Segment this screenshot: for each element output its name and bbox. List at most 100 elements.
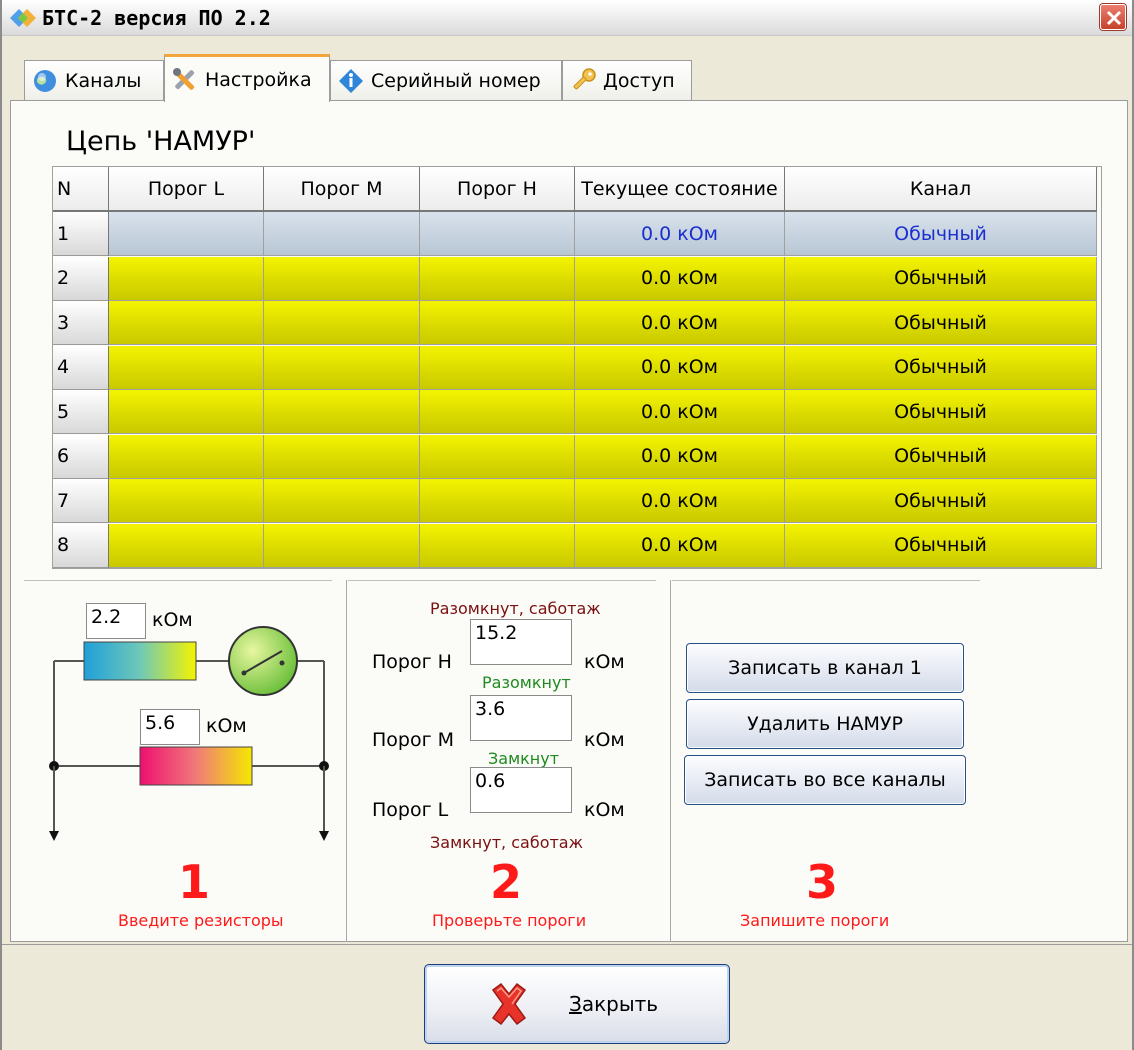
cell-porog-m[interactable] xyxy=(264,390,420,434)
write-channel-button[interactable]: Записать в канал 1 xyxy=(686,643,964,693)
resistor1-unit: кОм xyxy=(152,609,193,631)
row-number[interactable]: 6 xyxy=(53,434,109,479)
cell-channel[interactable]: Обычный xyxy=(785,212,1097,256)
row-number[interactable]: 5 xyxy=(53,390,109,434)
table-row[interactable]: 7 0.0 кОм Обычный xyxy=(53,479,1097,523)
cell-current-state[interactable]: 0.0 кОм xyxy=(575,301,785,345)
cell-porog-l[interactable] xyxy=(109,523,264,568)
cell-current-state[interactable]: 0.0 кОм xyxy=(575,390,785,434)
row-number[interactable]: 2 xyxy=(53,256,109,301)
resistor1-input[interactable]: 2.2 xyxy=(86,603,146,639)
cell-porog-m[interactable] xyxy=(264,434,420,479)
row-number[interactable]: 8 xyxy=(53,523,109,568)
channels-grid[interactable]: N Порог L Порог M Порог H Текущее состоя… xyxy=(52,166,1102,569)
header-porog-l[interactable]: Порог L xyxy=(109,167,264,212)
table-row[interactable]: 8 0.0 кОм Обычный xyxy=(53,523,1097,568)
table-row[interactable]: 3 0.0 кОм Обычный xyxy=(53,301,1097,345)
close-rest: акрыть xyxy=(581,992,659,1016)
header-channel[interactable]: Канал xyxy=(785,167,1097,212)
thresholds-panel: Разомкнут, саботаж Порог H 15.2 кОм Разо… xyxy=(348,580,656,940)
cell-porog-m[interactable] xyxy=(264,212,420,256)
cell-channel[interactable]: Обычный xyxy=(785,301,1097,345)
cell-porog-h[interactable] xyxy=(420,479,575,523)
cell-porog-h[interactable] xyxy=(420,345,575,390)
cell-current-state[interactable]: 0.0 кОм xyxy=(575,212,785,256)
cell-porog-h[interactable] xyxy=(420,390,575,434)
cell-current-state[interactable]: 0.0 кОм xyxy=(575,434,785,479)
table-row[interactable]: 5 0.0 кОм Обычный xyxy=(53,390,1097,434)
circuit-title: Цепь 'НАМУР' xyxy=(66,126,256,157)
cell-current-state[interactable]: 0.0 кОм xyxy=(575,345,785,390)
threshold-m-input[interactable]: 3.6 xyxy=(470,695,572,741)
cell-channel[interactable]: Обычный xyxy=(785,479,1097,523)
close-x-icon xyxy=(491,982,527,1026)
header-current-state[interactable]: Текущее состояние xyxy=(575,167,785,212)
table-row[interactable]: 4 0.0 кОм Обычный xyxy=(53,345,1097,390)
delete-namur-button[interactable]: Удалить НАМУР xyxy=(686,699,964,749)
cell-porog-m[interactable] xyxy=(264,301,420,345)
header-porog-h[interactable]: Порог H xyxy=(420,167,575,212)
cell-channel[interactable]: Обычный xyxy=(785,345,1097,390)
cell-porog-m[interactable] xyxy=(264,479,420,523)
cell-porog-l[interactable] xyxy=(109,345,264,390)
cell-porog-h[interactable] xyxy=(420,301,575,345)
row-number[interactable]: 7 xyxy=(53,479,109,523)
open-sabotage-label: Разомкнут, саботаж xyxy=(430,599,601,618)
cell-channel[interactable]: Обычный xyxy=(785,390,1097,434)
cell-porog-l[interactable] xyxy=(109,256,264,301)
close-mnemonic: З xyxy=(569,992,582,1016)
cell-porog-l[interactable] xyxy=(109,301,264,345)
threshold-l-input[interactable]: 0.6 xyxy=(470,767,572,813)
threshold-h-input[interactable]: 15.2 xyxy=(470,619,572,665)
step2-number: 2 xyxy=(490,855,523,909)
table-row[interactable]: 2 0.0 кОм Обычный xyxy=(53,256,1097,301)
table-row[interactable]: 1 0.0 кОм Обычный xyxy=(53,212,1097,256)
tab-kanaly[interactable]: Каналы xyxy=(24,60,164,100)
cell-current-state[interactable]: 0.0 кОм xyxy=(575,479,785,523)
tools-icon xyxy=(173,67,195,90)
write-panel: Записать в канал 1 Удалить НАМУР Записат… xyxy=(672,580,980,940)
cell-porog-l[interactable] xyxy=(109,212,264,256)
cell-porog-h[interactable] xyxy=(420,434,575,479)
row-number[interactable]: 3 xyxy=(53,301,109,345)
cell-porog-h[interactable] xyxy=(420,256,575,301)
header-porog-m[interactable]: Порог M xyxy=(264,167,420,212)
close-icon xyxy=(1106,10,1122,26)
close-button-label: Закрыть xyxy=(569,992,658,1016)
info-icon xyxy=(339,68,363,93)
threshold-m-unit: кОм xyxy=(584,729,625,751)
cell-current-state[interactable]: 0.0 кОм xyxy=(575,523,785,568)
cell-channel[interactable]: Обычный xyxy=(785,523,1097,568)
open-label: Разомкнут xyxy=(482,673,571,692)
window-close-button[interactable] xyxy=(1100,4,1126,30)
tab-seriyny-nomer[interactable]: Серийный номер xyxy=(330,60,562,100)
tab-kanaly-label: Каналы xyxy=(65,69,142,92)
key-icon xyxy=(573,67,596,89)
cell-porog-h[interactable] xyxy=(420,523,575,568)
table-row[interactable]: 6 0.0 кОм Обычный xyxy=(53,434,1097,479)
cell-porog-h[interactable] xyxy=(420,212,575,256)
cell-channel[interactable]: Обычный xyxy=(785,434,1097,479)
row-number[interactable]: 4 xyxy=(53,345,109,390)
close-button[interactable]: Закрыть xyxy=(424,964,730,1044)
tab-nastroyka[interactable]: Настройка xyxy=(164,54,330,102)
cell-porog-l[interactable] xyxy=(109,479,264,523)
cell-channel[interactable]: Обычный xyxy=(785,256,1097,301)
window-title: БТС-2 версия ПО 2.2 xyxy=(42,6,271,30)
cell-current-state[interactable]: 0.0 кОм xyxy=(575,256,785,301)
cell-porog-l[interactable] xyxy=(109,390,264,434)
row-number[interactable]: 1 xyxy=(53,212,109,256)
threshold-l-label: Порог L xyxy=(372,799,449,821)
header-n[interactable]: N xyxy=(53,167,109,212)
step3-number: 3 xyxy=(806,855,839,909)
tab-dostup[interactable]: Доступ xyxy=(562,60,692,100)
resistors-panel: 2.2 кОм 5.6 кОм 1 Введите резисторы xyxy=(24,580,332,940)
write-all-button[interactable]: Записать во все каналы xyxy=(684,755,966,805)
cell-porog-m[interactable] xyxy=(264,523,420,568)
threshold-h-unit: кОм xyxy=(584,651,625,673)
resistor2-input[interactable]: 5.6 xyxy=(140,709,200,745)
cell-porog-l[interactable] xyxy=(109,434,264,479)
cell-porog-m[interactable] xyxy=(264,345,420,390)
tab-dostup-label: Доступ xyxy=(603,69,675,92)
cell-porog-m[interactable] xyxy=(264,256,420,301)
